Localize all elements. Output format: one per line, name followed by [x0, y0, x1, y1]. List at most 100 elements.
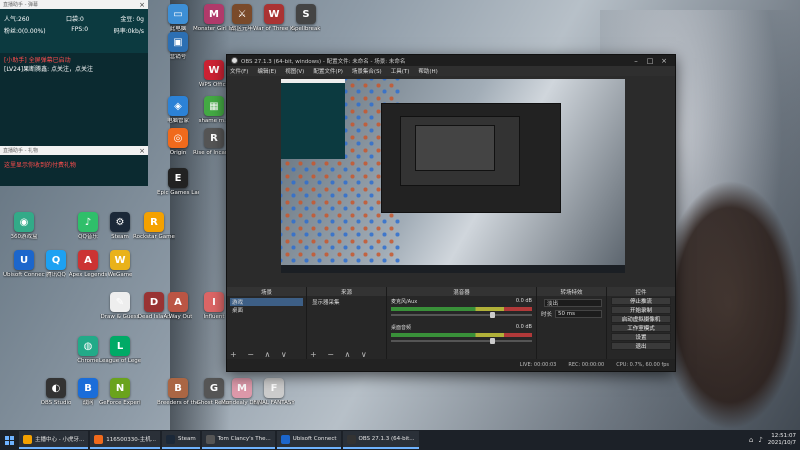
obs-preview[interactable] [281, 79, 625, 273]
app-icon: ▦ [204, 96, 224, 116]
transitions-header: 转场特效 [537, 287, 606, 296]
shortcut-label: QQ音乐 [78, 234, 98, 240]
source-item[interactable]: 显示器采集 [310, 298, 383, 306]
transition-select[interactable]: 淡出 [544, 299, 602, 307]
transitions-dock: 转场特效 淡出 时长 50 ms [537, 287, 607, 361]
shortcut-label: Spellbreak [291, 26, 321, 32]
menu-file[interactable]: 文件(F) [230, 67, 248, 75]
app-icon [280, 434, 290, 444]
close-icon[interactable]: × [657, 57, 671, 65]
app-icon: N [110, 378, 130, 398]
desktop-shortcut[interactable]: W WeGame [100, 250, 140, 290]
app-icon: ▣ [168, 32, 188, 52]
desktop-shortcut[interactable]: R Rockstar Games [133, 212, 175, 252]
desktop-shortcut[interactable]: ⚙ Steam [100, 212, 140, 252]
taskbar: 主播中心 - 小虎牙... 116500330-主机... Steam Tom Cla… [0, 430, 800, 450]
desktop-shortcut[interactable]: E Epic Games Launcher [157, 168, 199, 208]
scenes-header: 场景 [227, 287, 306, 296]
volume-meter [391, 333, 532, 337]
taskbar-apps: 主播中心 - 小虎牙... 116500330-主机... Steam Tom Cla… [18, 431, 420, 449]
app-icon: ◎ [168, 128, 188, 148]
sources-toolbar[interactable]: + − ∧ ∨ [310, 350, 371, 359]
shortcut-label: Influent [203, 314, 225, 320]
shortcut-label: FINAL FANTASY [253, 400, 295, 406]
menu-edit[interactable]: 编辑(E) [257, 67, 276, 75]
app-icon: ▭ [168, 4, 188, 24]
volume-slider[interactable] [391, 312, 532, 318]
bitrate-stat: 码率:0kb/s [113, 28, 144, 35]
menu-profile[interactable]: 配置文件(P) [313, 67, 343, 75]
stop-streaming-button[interactable]: 停止推流 [611, 297, 671, 305]
preview-recursive-window [415, 125, 495, 171]
volume-meter [391, 307, 532, 311]
taskbar-app-label: Steam [177, 436, 196, 442]
desktop-shortcut[interactable]: B Breeders of the Neph... [157, 378, 199, 418]
app-icon: ♪ [78, 212, 98, 232]
app-icon: U [14, 250, 34, 270]
volume-icon[interactable]: ♪ [758, 436, 762, 444]
menu-view[interactable]: 视图(V) [285, 67, 304, 75]
app-icon: R [144, 212, 164, 232]
app-icon: W [264, 4, 284, 24]
gift-titlebar[interactable]: 直播助手 - 礼物 × [0, 146, 148, 155]
volume-slider[interactable] [391, 338, 532, 344]
settings-button[interactable]: 设置 [611, 333, 671, 341]
cpu-usage: CPU: 0.7%, 60.00 fps [616, 362, 669, 368]
overlay-titlebar[interactable]: 直播助手 - 弹幕 × [0, 0, 148, 9]
clock[interactable]: 12:51:07 2021/10/7 [768, 433, 796, 447]
virtual-camera-button[interactable]: 启动虚拟摄像机 [611, 315, 671, 323]
studio-mode-button[interactable]: 工作室模式 [611, 324, 671, 332]
channel-name: 麦克风/Aux [391, 299, 418, 305]
scenes-toolbar[interactable]: + − ∧ ∨ [230, 350, 291, 359]
menu-help[interactable]: 帮助(H) [418, 67, 437, 75]
taskbar-app[interactable]: Steam [161, 431, 200, 449]
wallpaper-chair [660, 180, 800, 430]
network-icon[interactable]: ⌂ [749, 436, 753, 444]
app-icon: I [204, 292, 224, 312]
gift-close-icon[interactable]: × [139, 147, 145, 155]
fps-stat: FPS:0 [71, 26, 89, 33]
rec-timer: REC: 00:00:00 [568, 362, 605, 368]
duration-input[interactable]: 50 ms [555, 310, 602, 318]
preview-overlay [281, 79, 345, 159]
taskbar-app[interactable]: 116500330-主机... [90, 431, 160, 449]
desktop-shortcut[interactable]: F FINAL FANTASY [253, 378, 295, 418]
desktop-shortcut[interactable]: ◉ 360游戏盒 [4, 212, 44, 252]
menu-scene-collection[interactable]: 场景集合(S) [352, 67, 382, 75]
desktop-shortcut[interactable]: S Spellbreak [286, 4, 326, 44]
overlay-chat: [小助手] 全屏弹幕已启动 [LV24]果断腾鑫: 点关注，点关注 [0, 53, 148, 146]
shortcut-label: 腾讯QQ [46, 272, 66, 278]
shortcut-label: 战区元年 [230, 26, 253, 32]
scene-item[interactable]: 桌面 [230, 306, 303, 314]
exit-button[interactable]: 退出 [611, 342, 671, 350]
duration-label: 时长 [541, 312, 553, 318]
maximize-icon[interactable]: □ [643, 57, 657, 65]
minimize-icon[interactable]: – [629, 57, 643, 65]
overlay-close-icon[interactable]: × [139, 1, 145, 9]
obs-window: OBS 27.1.3 (64-bit, windows) - 配置文件: 未命名… [226, 54, 676, 372]
taskbar-app-label: 116500330-主机... [106, 437, 156, 443]
desktop-shortcut[interactable]: B 战网 [68, 378, 108, 418]
shortcut-label: A Way Out [163, 314, 193, 320]
channel-name: 桌面音频 [391, 325, 412, 331]
obs-titlebar[interactable]: OBS 27.1.3 (64-bit, windows) - 配置文件: 未命名… [227, 55, 675, 66]
scene-item[interactable]: 游戏 [230, 298, 303, 306]
menu-tools[interactable]: 工具(T) [391, 67, 410, 75]
taskbar-app[interactable]: OBS 27.1.3 (64-bit... [342, 431, 419, 449]
desktop-shortcut[interactable]: ◎ Origin [158, 128, 198, 168]
desktop-shortcut[interactable]: ▣ 营销号 [158, 32, 198, 72]
app-icon: M [204, 4, 224, 24]
start-recording-button[interactable]: 开始录制 [611, 306, 671, 314]
shortcut-label: 战网 [82, 400, 94, 406]
taskbar-app[interactable]: Tom Clancy's The... [201, 431, 275, 449]
app-icon: L [110, 336, 130, 356]
desktop-shortcut[interactable]: A A Way Out [158, 292, 198, 332]
taskbar-app[interactable]: 主播中心 - 小虎牙... [19, 431, 89, 449]
obs-logo-icon [231, 57, 238, 64]
gifts-stat: 口袋:0 [66, 16, 84, 23]
popularity-stat: 人气:260 [4, 16, 30, 23]
start-button[interactable] [0, 430, 18, 450]
chat-message: [LV24]果断腾鑫: 点关注，点关注 [4, 66, 94, 73]
desktop-shortcut[interactable]: ◍ Chrome [68, 336, 108, 376]
taskbar-app[interactable]: Ubisoft Connect [276, 431, 341, 449]
